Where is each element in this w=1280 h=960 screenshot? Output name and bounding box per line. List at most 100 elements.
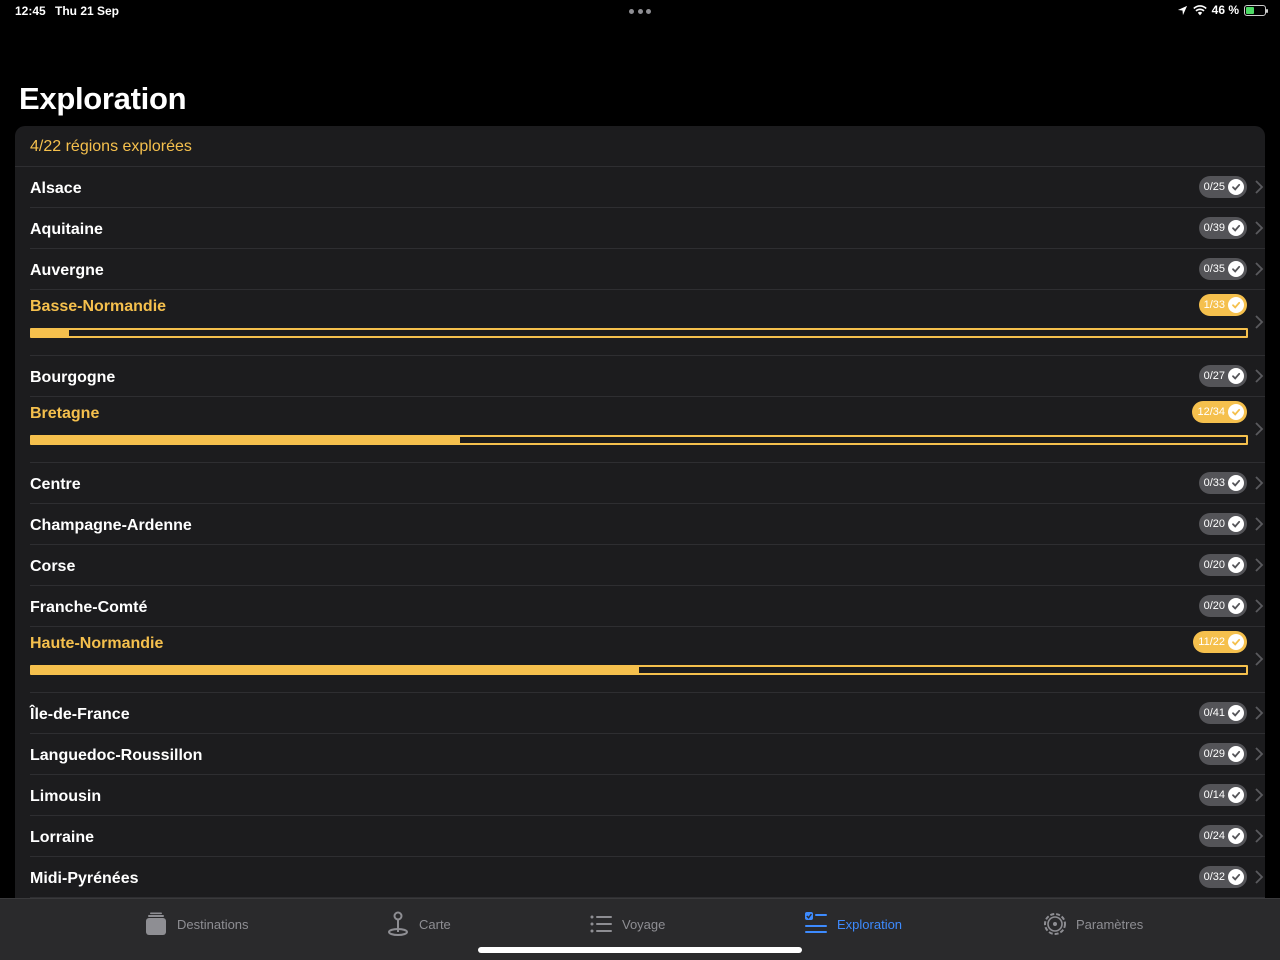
region-progress-badge: 0/14 <box>1198 784 1247 806</box>
chevron-right-icon <box>1253 869 1265 885</box>
checklist-icon <box>805 912 827 933</box>
tab-destinations[interactable]: Destinations <box>143 911 249 937</box>
region-row[interactable]: Basse-Normandie 1/33 <box>30 290 1265 356</box>
region-progress-badge: 0/27 <box>1198 365 1247 387</box>
tab-label: Paramètres <box>1076 916 1144 932</box>
region-row[interactable]: Lorraine 0/24 <box>30 816 1265 857</box>
region-row[interactable]: Centre 0/33 <box>30 463 1265 504</box>
checkmark-icon <box>1228 634 1244 650</box>
region-count: 0/20 <box>1203 559 1225 571</box>
list-icon <box>590 915 612 933</box>
region-name: Limousin <box>30 788 102 805</box>
battery-percent: 46 % <box>1211 3 1239 17</box>
region-progress-badge: 0/32 <box>1198 866 1247 888</box>
region-row[interactable]: Franche-Comté 0/20 <box>30 586 1265 627</box>
tab-exploration[interactable]: Exploration <box>803 911 902 937</box>
chevron-right-icon <box>1253 598 1265 614</box>
region-row[interactable]: Alsace 0/25 <box>30 167 1265 208</box>
region-name: Île-de-France <box>30 706 130 723</box>
region-count: 0/39 <box>1203 222 1225 234</box>
region-progress-bar <box>30 435 1248 445</box>
region-name: Bourgogne <box>30 369 116 386</box>
chevron-right-icon <box>1253 828 1265 844</box>
region-rows: Alsace 0/25 Aquitaine 0/39 Auvergne 0/35 Basse… <box>15 167 1265 898</box>
region-row[interactable]: Champagne-Ardenne 0/20 <box>30 504 1265 545</box>
region-name: Bretagne <box>30 405 100 422</box>
battery-icon <box>1244 4 1268 16</box>
region-count: 0/35 <box>1203 263 1225 275</box>
status-right: 46 % <box>1177 3 1268 17</box>
region-row[interactable]: Haute-Normandie 11/22 <box>30 627 1265 693</box>
region-count: 0/27 <box>1203 370 1225 382</box>
region-count: 0/14 <box>1203 789 1225 801</box>
region-progress-bar <box>30 665 1248 675</box>
region-name: Midi-Pyrénées <box>30 870 139 887</box>
region-progress-bar <box>30 328 1248 338</box>
region-count: 0/24 <box>1203 830 1225 842</box>
region-name: Franche-Comté <box>30 599 148 616</box>
chevron-right-icon <box>1253 421 1265 437</box>
status-bar: 12:45 Thu 21 Sep 46 % <box>0 0 1280 24</box>
multitasking-dots-icon[interactable] <box>629 9 651 15</box>
region-count: 0/20 <box>1203 518 1225 530</box>
chevron-right-icon <box>1253 179 1265 195</box>
tab-voyage[interactable]: Voyage <box>588 911 665 937</box>
region-progress-badge: 0/20 <box>1198 554 1247 576</box>
tab-label: Exploration <box>837 916 903 932</box>
map-pin-icon <box>388 911 408 936</box>
checkmark-icon <box>1228 404 1244 420</box>
region-name: Languedoc-Roussillon <box>30 747 203 764</box>
location-arrow-icon <box>1177 5 1187 15</box>
region-row[interactable]: Auvergne 0/35 <box>30 249 1265 290</box>
region-row[interactable]: Languedoc-Roussillon 0/29 <box>30 734 1265 775</box>
region-row[interactable]: Corse 0/20 <box>30 545 1265 586</box>
chevron-right-icon <box>1253 220 1265 236</box>
region-row[interactable]: Île-de-France 0/41 <box>30 693 1265 734</box>
progress-fill <box>32 437 461 443</box>
region-count: 1/33 <box>1203 299 1225 311</box>
chevron-right-icon <box>1253 746 1265 762</box>
region-progress-badge: 0/24 <box>1198 825 1247 847</box>
checkmark-icon <box>1228 598 1244 614</box>
checkmark-icon <box>1228 557 1244 573</box>
region-count: 0/29 <box>1203 748 1225 760</box>
wifi-icon <box>1192 4 1207 15</box>
exploration-summary: 4/22 régions explorées <box>15 126 1265 167</box>
tab-carte[interactable]: Carte <box>385 911 451 937</box>
region-name: Basse-Normandie <box>30 298 167 315</box>
chevron-right-icon <box>1253 557 1265 573</box>
region-row[interactable]: Midi-Pyrénées 0/32 <box>30 857 1265 898</box>
region-name: Corse <box>30 558 76 575</box>
status-date: Thu 21 Sep <box>55 4 120 18</box>
checkmark-icon <box>1228 787 1244 803</box>
checkmark-icon <box>1228 746 1244 762</box>
region-count: 0/25 <box>1203 181 1225 193</box>
checkmark-icon <box>1228 475 1244 491</box>
region-row[interactable]: Limousin 0/14 <box>30 775 1265 816</box>
chevron-right-icon <box>1253 368 1265 384</box>
region-name: Lorraine <box>30 829 95 846</box>
chevron-right-icon <box>1253 314 1265 330</box>
region-count: 0/20 <box>1203 600 1225 612</box>
region-progress-badge: 0/39 <box>1198 217 1247 239</box>
checkmark-icon <box>1228 261 1244 277</box>
region-progress-badge: 0/35 <box>1198 258 1247 280</box>
progress-fill <box>32 330 69 336</box>
region-row[interactable]: Bretagne 12/34 <box>30 397 1265 463</box>
checkmark-icon <box>1228 516 1244 532</box>
chevron-right-icon <box>1253 651 1265 667</box>
region-row[interactable]: Bourgogne 0/27 <box>30 356 1265 397</box>
home-indicator[interactable] <box>478 947 802 953</box>
region-name: Champagne-Ardenne <box>30 517 192 534</box>
checkmark-icon <box>1228 220 1244 236</box>
chevron-right-icon <box>1253 516 1265 532</box>
gear-icon <box>1044 913 1066 935</box>
tab-parametres[interactable]: Paramètres <box>1042 911 1143 937</box>
region-row[interactable]: Aquitaine 0/39 <box>30 208 1265 249</box>
chevron-right-icon <box>1253 261 1265 277</box>
chevron-right-icon <box>1253 475 1265 491</box>
stack-icon <box>146 912 166 935</box>
checkmark-icon <box>1228 368 1244 384</box>
region-progress-badge: 0/29 <box>1198 743 1247 765</box>
region-progress-badge: 12/34 <box>1192 401 1247 423</box>
